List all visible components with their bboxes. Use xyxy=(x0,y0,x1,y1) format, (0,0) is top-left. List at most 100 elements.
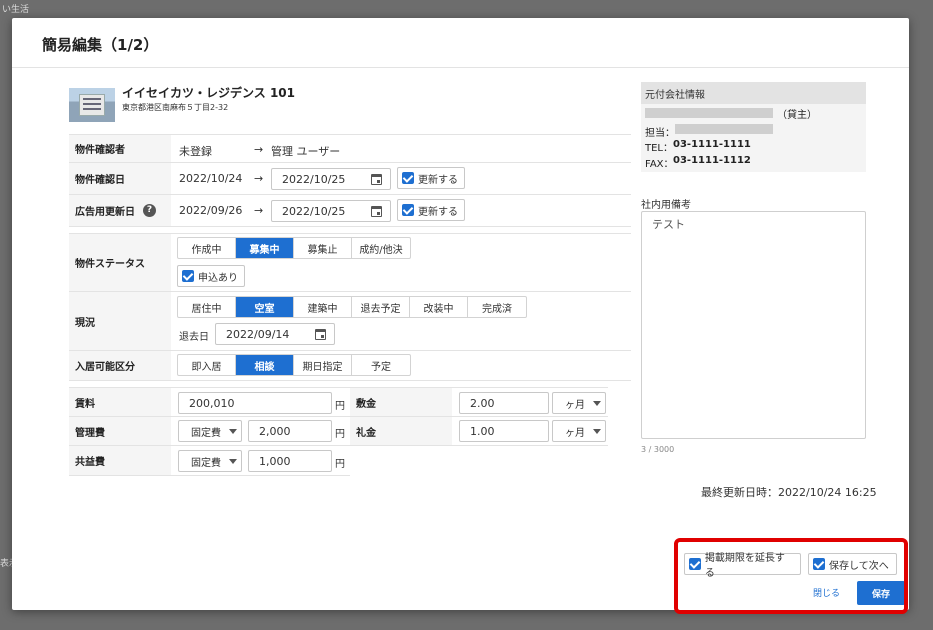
select-value: ヶ月 xyxy=(565,399,585,411)
movein-option[interactable]: 期日指定 xyxy=(294,355,352,375)
row-current-status: 現況 居住中 空室 建築中 退去予定 改装中 完成済 退去日 2022/09/1… xyxy=(69,292,631,351)
select-value: 固定費 xyxy=(191,427,221,439)
common-fee-value: 1,000 xyxy=(259,454,291,468)
current-option[interactable]: 居住中 xyxy=(178,297,236,317)
chevron-down-icon xyxy=(593,400,601,406)
key-money-value: 1.00 xyxy=(470,424,495,438)
date-value: 2022/10/25 xyxy=(282,172,346,186)
checkbox-checked-icon xyxy=(402,204,414,216)
memo-textarea[interactable]: テスト xyxy=(641,211,866,439)
help-icon[interactable]: ? xyxy=(143,204,156,217)
moveout-date-input[interactable]: 2022/09/14 xyxy=(215,323,335,345)
key-money-input[interactable]: 1.00 xyxy=(459,420,549,442)
tel-value: 03-1111-1111 xyxy=(673,139,751,150)
checkbox-label: 更新する xyxy=(418,206,458,218)
row-label: 現況 xyxy=(69,292,171,350)
unit-yen: 円 xyxy=(335,401,345,412)
unit-yen: 円 xyxy=(335,459,345,470)
deposit-value: 2.00 xyxy=(470,396,495,410)
modal-header: 簡易編集（1/2） xyxy=(12,18,909,68)
row-label: 管理費 xyxy=(69,417,171,445)
chevron-down-icon xyxy=(229,428,237,434)
movein-option[interactable]: 即入居 xyxy=(178,355,236,375)
old-confirmer: 未登録 xyxy=(179,145,212,158)
row-management-fee: 管理費 固定費 2,000 円 xyxy=(69,417,350,446)
row-label: 入居可能区分 xyxy=(69,351,171,380)
row-label: 礼金 xyxy=(350,417,452,445)
current-option[interactable]: 改装中 xyxy=(410,297,468,317)
row-confirm-date: 物件確認日 2022/10/24 → 2022/10/25 更新する xyxy=(69,163,631,195)
status-segmented-control: 作成中 募集中 募集止 成約/他決 xyxy=(177,237,411,259)
current-option[interactable]: 退去予定 xyxy=(352,297,410,317)
row-key-money: 礼金 1.00 ヶ月 xyxy=(350,417,608,446)
management-fee-type-select[interactable]: 固定費 xyxy=(178,420,242,442)
last-updated: 最終更新日時：2022/10/24 16:25 xyxy=(701,486,877,499)
deposit-unit-select[interactable]: ヶ月 xyxy=(552,392,606,414)
current-option-selected[interactable]: 空室 xyxy=(236,297,294,317)
calendar-icon[interactable] xyxy=(371,206,382,217)
date-value: 2022/10/25 xyxy=(282,204,346,218)
owner-suffix: （貸主） xyxy=(777,110,817,121)
confirm-date-input[interactable]: 2022/10/25 xyxy=(271,168,391,190)
memo-value: テスト xyxy=(652,218,685,231)
property-name: イイセイカツ・レジデンス 101 xyxy=(122,86,295,100)
new-confirmer: 管理 ユーザー xyxy=(271,145,341,158)
current-option[interactable]: 完成済 xyxy=(468,297,526,317)
key-money-unit-select[interactable]: ヶ月 xyxy=(552,420,606,442)
chevron-down-icon xyxy=(593,428,601,434)
checkbox-checked-icon xyxy=(182,270,194,282)
arrow-icon: → xyxy=(254,172,264,185)
confirm-date-update-checkbox[interactable]: 更新する xyxy=(397,167,465,189)
application-checkbox[interactable]: 申込あり xyxy=(177,265,245,287)
arrow-icon: → xyxy=(254,204,264,217)
date-value: 2022/09/14 xyxy=(226,327,290,341)
checkbox-label: 申込あり xyxy=(198,272,238,284)
movein-segmented-control: 即入居 相談 期日指定 予定 xyxy=(177,354,411,376)
highlight-footer xyxy=(674,538,908,614)
fax-label: FAX： xyxy=(645,159,674,170)
movein-option-selected[interactable]: 相談 xyxy=(236,355,294,375)
row-movein: 入居可能区分 即入居 相談 期日指定 予定 xyxy=(69,351,631,381)
row-ad-update-date: 広告用更新日 ? 2022/09/26 → 2022/10/25 更新する xyxy=(69,195,631,227)
memo-char-count: 3 / 3000 xyxy=(641,445,675,454)
current-option[interactable]: 建築中 xyxy=(294,297,352,317)
row-confirmer: 物件確認者 未登録 → 管理 ユーザー xyxy=(69,134,631,163)
property-address: 東京都港区南麻布５丁目2-32 xyxy=(122,103,229,112)
calendar-icon[interactable] xyxy=(371,174,382,185)
row-common-fee: 共益費 固定費 1,000 円 xyxy=(69,446,350,476)
moveout-label: 退去日 xyxy=(179,332,209,343)
tel-label: TEL： xyxy=(645,143,673,154)
property-photo xyxy=(69,88,115,122)
old-ad-update-date: 2022/09/26 xyxy=(179,204,243,217)
calendar-icon[interactable] xyxy=(315,329,326,340)
fax-value: 03-1111-1112 xyxy=(673,155,751,166)
status-option[interactable]: 成約/他決 xyxy=(352,238,410,258)
status-option[interactable]: 募集止 xyxy=(294,238,352,258)
row-label: 広告用更新日 ? xyxy=(69,195,171,226)
ad-update-date-update-checkbox[interactable]: 更新する xyxy=(397,199,465,221)
modal-title: 簡易編集（1/2） xyxy=(42,36,159,54)
memo-label: 社内用備考 xyxy=(641,200,691,211)
quick-edit-modal: 簡易編集（1/2） イイセイカツ・レジデンス 101 東京都港区南麻布５丁目2-… xyxy=(12,18,909,610)
status-option[interactable]: 作成中 xyxy=(178,238,236,258)
company-info-body: （貸主） 担当： TEL： 03-1111-1111 FAX： 03-1111-… xyxy=(641,104,866,172)
person-label: 担当： xyxy=(645,128,675,139)
row-label: 物件確認者 xyxy=(69,135,171,162)
row-deposit: 敷金 2.00 ヶ月 xyxy=(350,387,608,417)
select-value: 固定費 xyxy=(191,457,221,469)
rent-input[interactable]: 200,010 xyxy=(178,392,332,414)
deposit-input[interactable]: 2.00 xyxy=(459,392,549,414)
status-option-selected[interactable]: 募集中 xyxy=(236,238,294,258)
row-label: 物件ステータス xyxy=(69,234,171,291)
arrow-icon: → xyxy=(254,143,264,156)
ad-update-date-input[interactable]: 2022/10/25 xyxy=(271,200,391,222)
row-label: 共益費 xyxy=(69,446,171,475)
unit-yen: 円 xyxy=(335,429,345,440)
management-fee-value: 2,000 xyxy=(259,424,291,438)
movein-option[interactable]: 予定 xyxy=(352,355,410,375)
row-label: 敷金 xyxy=(350,388,452,416)
management-fee-input[interactable]: 2,000 xyxy=(248,420,332,442)
common-fee-input[interactable]: 1,000 xyxy=(248,450,332,472)
row-status: 物件ステータス 作成中 募集中 募集止 成約/他決 申込あり xyxy=(69,233,631,292)
common-fee-type-select[interactable]: 固定費 xyxy=(178,450,242,472)
